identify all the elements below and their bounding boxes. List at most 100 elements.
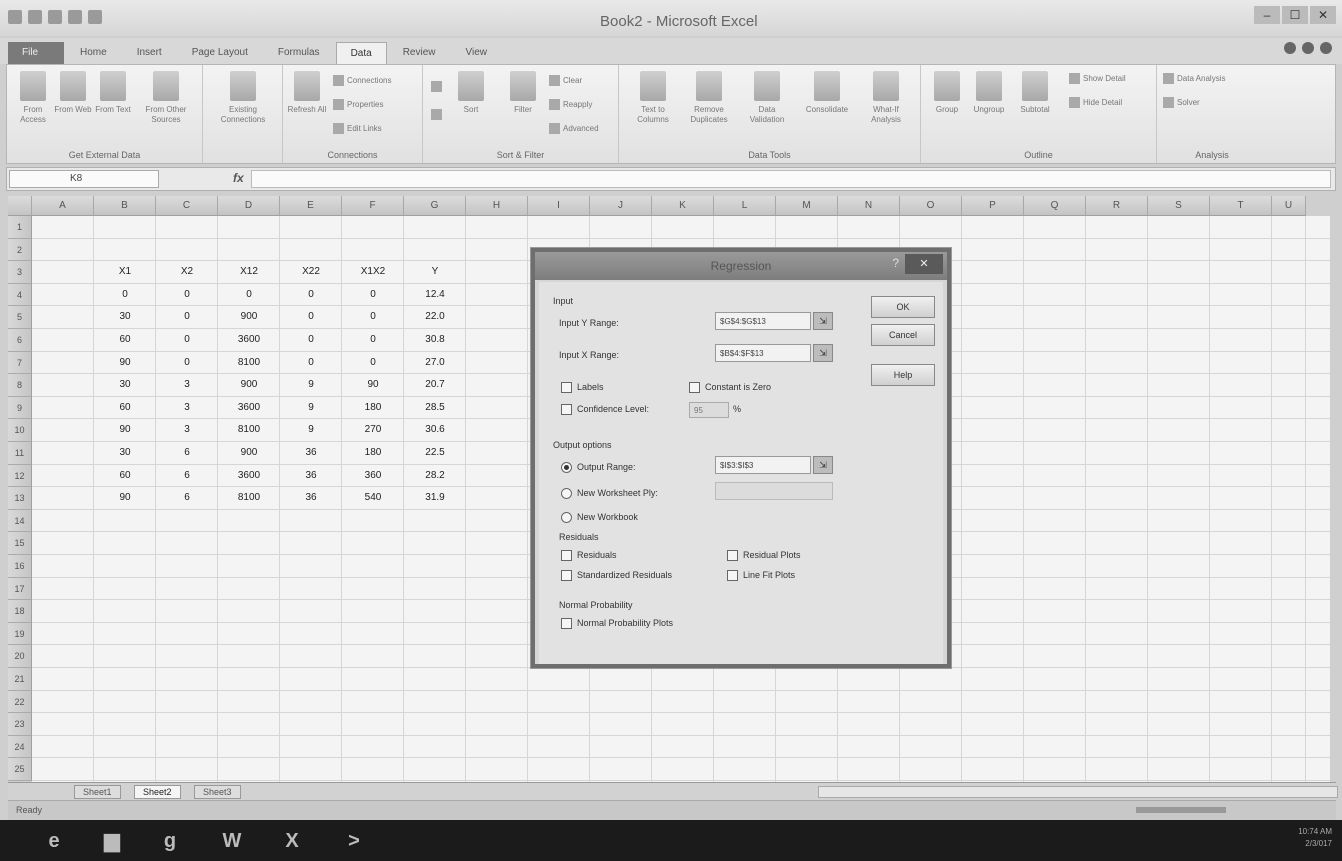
table-cell[interactable]: 6: [156, 492, 218, 503]
table-cell[interactable]: 30.6: [404, 424, 466, 435]
normal-probability-plots-checkbox[interactable]: [561, 618, 572, 629]
column-header-a[interactable]: A: [32, 196, 94, 216]
column-header-g[interactable]: G: [404, 196, 466, 216]
refresh-all-button[interactable]: Refresh All: [287, 71, 327, 115]
table-cell[interactable]: 3600: [218, 470, 280, 481]
table-cell[interactable]: 180: [342, 402, 404, 413]
input-x-collapse-button[interactable]: ⇲: [813, 344, 833, 362]
formula-input[interactable]: [251, 170, 1331, 188]
clear-button[interactable]: Clear: [549, 75, 582, 86]
select-all-corner[interactable]: [8, 196, 32, 216]
table-cell[interactable]: 900: [218, 379, 280, 390]
row-header-13[interactable]: 13: [8, 487, 32, 510]
confidence-level-checkbox[interactable]: [561, 404, 572, 415]
sheet-tab-sheet3[interactable]: Sheet3: [194, 785, 241, 799]
row-header-7[interactable]: 7: [8, 351, 32, 375]
column-header-m[interactable]: M: [776, 196, 838, 216]
table-cell[interactable]: 6: [156, 447, 218, 458]
table-cell[interactable]: 30: [94, 379, 156, 390]
app-icon[interactable]: g: [150, 826, 190, 856]
reapply-button[interactable]: Reapply: [549, 99, 592, 110]
labels-checkbox[interactable]: [561, 382, 572, 393]
cancel-button[interactable]: Cancel: [871, 324, 935, 346]
input-x-range-field[interactable]: $B$4:$F$13: [715, 344, 811, 362]
table-cell[interactable]: 36: [280, 470, 342, 481]
constant-zero-checkbox[interactable]: [689, 382, 700, 393]
row-header-25[interactable]: 25: [8, 758, 32, 781]
row-header-9[interactable]: 9: [8, 396, 32, 420]
row-header-10[interactable]: 10: [8, 419, 32, 442]
row-header-1[interactable]: 1: [8, 216, 32, 239]
connections-button[interactable]: Connections: [333, 75, 391, 86]
table-cell[interactable]: 0: [94, 289, 156, 300]
collapse-ribbon-icon[interactable]: [1284, 42, 1296, 54]
table-cell[interactable]: 60: [94, 402, 156, 413]
table-cell[interactable]: 60: [94, 470, 156, 481]
row-header-22[interactable]: 22: [8, 690, 32, 714]
row-header-14[interactable]: 14: [8, 509, 32, 533]
row-header-16[interactable]: 16: [8, 555, 32, 578]
what-if-analysis-button[interactable]: What-If Analysis: [859, 71, 913, 125]
ok-button[interactable]: OK: [871, 296, 935, 318]
column-header-h[interactable]: H: [466, 196, 528, 216]
excel-icon[interactable]: X: [272, 826, 312, 856]
column-header-s[interactable]: S: [1148, 196, 1210, 216]
table-header-cell[interactable]: X2: [156, 266, 218, 277]
column-header-e[interactable]: E: [280, 196, 342, 216]
table-cell[interactable]: 540: [342, 492, 404, 503]
table-cell[interactable]: 0: [218, 289, 280, 300]
table-cell[interactable]: 9: [280, 402, 342, 413]
table-cell[interactable]: 90: [94, 357, 156, 368]
properties-button[interactable]: Properties: [333, 99, 383, 110]
column-header-b[interactable]: B: [94, 196, 156, 216]
tab-home[interactable]: Home: [66, 42, 121, 64]
table-cell[interactable]: 900: [218, 447, 280, 458]
filter-button[interactable]: Filter: [503, 71, 543, 115]
row-header-17[interactable]: 17: [8, 577, 32, 601]
output-range-radio[interactable]: [561, 462, 572, 473]
table-cell[interactable]: 36: [280, 447, 342, 458]
horizontal-scrollbar[interactable]: [818, 786, 1338, 798]
table-cell[interactable]: 0: [342, 334, 404, 345]
row-header-8[interactable]: 8: [8, 374, 32, 397]
tab-file[interactable]: File: [8, 42, 64, 64]
subtotal-button[interactable]: Subtotal: [1015, 71, 1055, 115]
table-header-cell[interactable]: X1: [94, 266, 156, 277]
table-cell[interactable]: 8100: [218, 492, 280, 503]
column-header-j[interactable]: J: [590, 196, 652, 216]
table-cell[interactable]: 3600: [218, 402, 280, 413]
existing-connections-button[interactable]: Existing Connections: [215, 71, 271, 125]
file-explorer-icon[interactable]: ▆: [92, 826, 132, 856]
table-cell[interactable]: 3: [156, 424, 218, 435]
table-cell[interactable]: 36: [280, 492, 342, 503]
undo-icon[interactable]: [48, 10, 62, 24]
sort-descending-button[interactable]: [431, 109, 442, 120]
table-cell[interactable]: 3: [156, 402, 218, 413]
solver-button[interactable]: Solver: [1163, 97, 1200, 108]
table-cell[interactable]: 8100: [218, 424, 280, 435]
column-header-t[interactable]: T: [1210, 196, 1272, 216]
remove-duplicates-button[interactable]: Remove Duplicates: [681, 71, 737, 125]
table-cell[interactable]: 0: [156, 334, 218, 345]
row-header-12[interactable]: 12: [8, 464, 32, 488]
minimize-button[interactable]: –: [1254, 6, 1280, 24]
save-icon[interactable]: [28, 10, 42, 24]
help-button[interactable]: Help: [871, 364, 935, 386]
table-cell[interactable]: 6: [156, 470, 218, 481]
sheet-tab-sheet1[interactable]: Sheet1: [74, 785, 121, 799]
hide-detail-button[interactable]: Hide Detail: [1069, 97, 1122, 108]
table-cell[interactable]: 3600: [218, 334, 280, 345]
table-cell[interactable]: 12.4: [404, 289, 466, 300]
redo-icon[interactable]: [68, 10, 82, 24]
table-cell[interactable]: 30.8: [404, 334, 466, 345]
column-header-c[interactable]: C: [156, 196, 218, 216]
new-worksheet-radio[interactable]: [561, 488, 572, 499]
table-cell[interactable]: 0: [342, 311, 404, 322]
row-header-15[interactable]: 15: [8, 532, 32, 555]
new-worksheet-field[interactable]: [715, 482, 833, 500]
table-cell[interactable]: 28.2: [404, 470, 466, 481]
table-cell[interactable]: 270: [342, 424, 404, 435]
column-header-i[interactable]: I: [528, 196, 590, 216]
data-validation-button[interactable]: Data Validation: [741, 71, 793, 125]
row-header-18[interactable]: 18: [8, 600, 32, 623]
